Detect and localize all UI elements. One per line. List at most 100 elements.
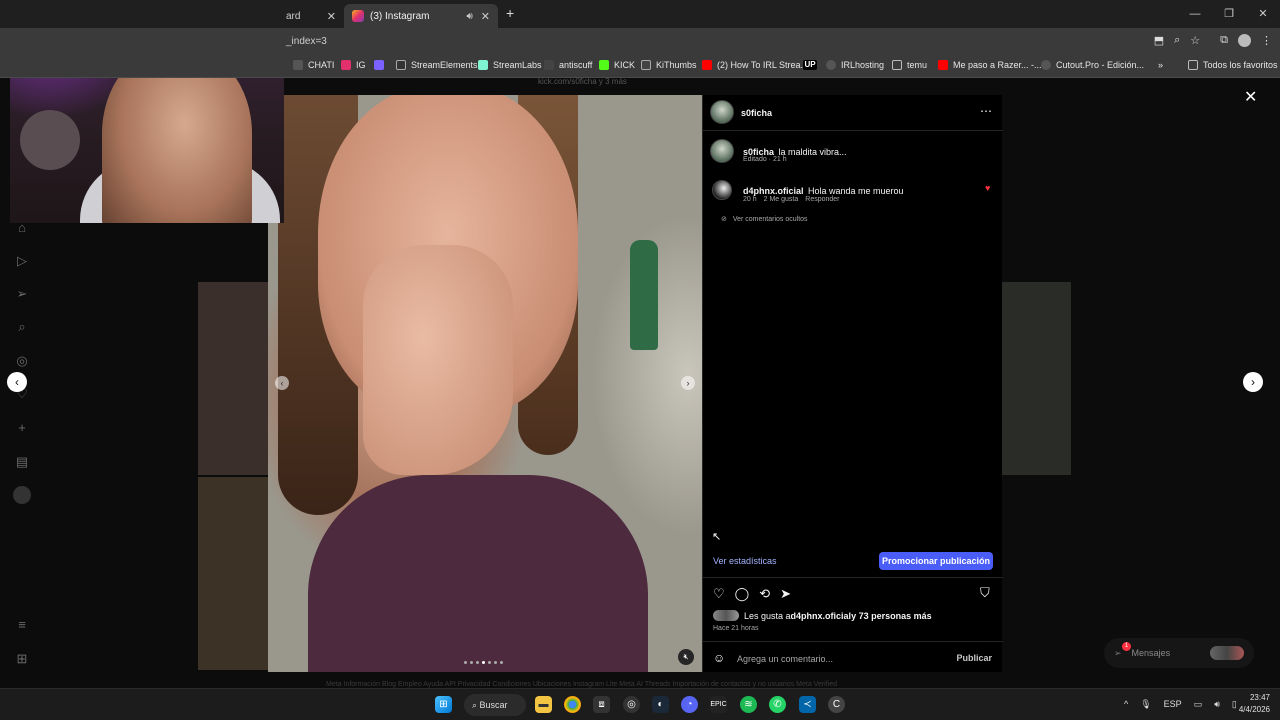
comment-likes[interactable]: 2 Me gusta: [764, 196, 799, 203]
bookmark-razer[interactable]: Me paso a Razer... -...: [938, 60, 1042, 70]
bookmark-streamlabs[interactable]: StreamLabs: [478, 60, 542, 70]
close-tab-icon[interactable]: ✕: [327, 10, 336, 23]
profile-avatar-icon[interactable]: [1238, 34, 1251, 47]
divider: [703, 641, 1003, 642]
search-icon[interactable]: ⌕: [13, 318, 31, 336]
tab-dashboard[interactable]: ard ✕: [278, 4, 344, 28]
next-post-button[interactable]: ›: [1243, 372, 1263, 392]
carousel-prev-icon[interactable]: ‹: [275, 376, 289, 390]
hidden-eye-icon: ⊘: [721, 216, 727, 223]
more-menu-icon[interactable]: ≡: [13, 616, 31, 634]
footer-links[interactable]: Meta Información Blog Empleo Ayuda API P…: [326, 681, 837, 688]
chrome-icon[interactable]: [564, 696, 581, 713]
likes-username[interactable]: d4phnx.oficial: [791, 611, 852, 621]
create-icon[interactable]: +: [13, 419, 31, 437]
vscode-icon[interactable]: ≺: [799, 696, 816, 713]
repost-icon[interactable]: ⟲: [759, 586, 770, 602]
app-icon[interactable]: ◎: [623, 696, 640, 713]
comment-liked-heart-icon[interactable]: ♥: [985, 183, 990, 193]
epic-games-icon[interactable]: EPIC: [710, 696, 727, 713]
network-icon[interactable]: ▭: [1194, 699, 1203, 710]
file-explorer-icon[interactable]: ▬: [535, 696, 552, 713]
bookmark-kick[interactable]: KICK: [599, 60, 635, 70]
speaker-icon[interactable]: 🔊︎: [466, 11, 472, 22]
microphone-icon[interactable]: 🎙︎: [1140, 699, 1151, 710]
like-heart-icon[interactable]: ♡: [713, 586, 725, 602]
previous-post-button[interactable]: ‹: [7, 372, 27, 392]
tray-overflow-icon[interactable]: ^: [1124, 699, 1128, 710]
close-window-button[interactable]: ✕: [1246, 0, 1280, 28]
comment-bubble-icon[interactable]: ◯: [735, 586, 750, 602]
clock-date: 4/4/2026: [1238, 705, 1270, 714]
messages-nav-icon[interactable]: ➢: [13, 285, 31, 303]
battery-icon[interactable]: ▯: [1232, 699, 1237, 710]
new-tab-button[interactable]: +: [506, 5, 514, 21]
extensions-icon[interactable]: ⧉: [1220, 34, 1228, 47]
discord-icon[interactable]: ◔: [681, 696, 698, 713]
restore-button[interactable]: ❐: [1212, 0, 1246, 28]
whatsapp-icon[interactable]: ✆: [769, 696, 786, 713]
emoji-picker-icon[interactable]: ☺: [713, 651, 725, 665]
zoom-icon[interactable]: ⌕: [1174, 34, 1180, 47]
save-bookmark-icon[interactable]: ⛉: [980, 585, 990, 601]
post-details-panel: s0ficha ⋯ s0ficha la maldita vibra... Ed…: [702, 95, 1003, 672]
explore-icon[interactable]: ◎: [13, 352, 31, 370]
close-tab-icon[interactable]: ✕: [481, 10, 490, 23]
promote-post-button[interactable]: Promocionar publicación: [879, 552, 993, 570]
comment-reply-button[interactable]: Responder: [805, 196, 839, 203]
browser-menu-icon[interactable]: ⋮: [1261, 34, 1272, 47]
profile-avatar[interactable]: [13, 486, 31, 504]
author-username[interactable]: s0ficha: [741, 108, 772, 118]
likes-suffix[interactable]: y 73 personas más: [851, 611, 932, 621]
bookmark-antiscuff[interactable]: antiscuff: [544, 60, 592, 70]
comment-input[interactable]: Agrega un comentario...: [737, 654, 833, 664]
view-insights-link[interactable]: Ver estadísticas: [713, 556, 777, 566]
bookmark-temu[interactable]: temu: [892, 60, 927, 70]
app-icon[interactable]: ⧈: [593, 696, 610, 713]
comment-meta: 20 h 2 Me gusta Responder: [743, 196, 840, 203]
minimize-button[interactable]: —: [1178, 0, 1212, 28]
comment-username[interactable]: d4phnx.oficial: [743, 186, 804, 196]
url-field[interactable]: _index=3: [286, 36, 327, 47]
star-bookmark-icon[interactable]: ☆: [1190, 34, 1200, 47]
bookmark-up[interactable]: UP: [803, 60, 822, 70]
bookmark-kithumbs[interactable]: KiThumbs: [641, 60, 697, 70]
more-options-icon[interactable]: ⋯: [980, 104, 992, 118]
carousel-next-icon[interactable]: ›: [681, 376, 695, 390]
steam-icon[interactable]: ◐: [652, 696, 669, 713]
app-icon[interactable]: C: [828, 696, 845, 713]
bookmark-chati[interactable]: CHATI: [293, 60, 334, 70]
windows-start-icon[interactable]: ⊞: [435, 696, 452, 713]
install-app-icon[interactable]: ⬒: [1154, 34, 1164, 47]
bookmarks-overflow-icon[interactable]: »: [1158, 60, 1163, 70]
bookmark-ig[interactable]: IG: [341, 60, 366, 70]
close-modal-icon[interactable]: ✕: [1244, 87, 1257, 107]
language-indicator[interactable]: ESP: [1164, 699, 1182, 710]
bookmark-how-to-irl[interactable]: (2) How To IRL Strea...: [702, 60, 808, 70]
dashboard-icon[interactable]: ▤: [13, 453, 31, 471]
messages-bubble[interactable]: ➢ 1 Mensajes: [1104, 638, 1254, 668]
taskbar-search[interactable]: ⌕ Buscar: [464, 694, 526, 716]
meta-apps-icon[interactable]: ⊞: [13, 650, 31, 668]
spotify-icon[interactable]: ≋: [740, 696, 757, 713]
share-icon[interactable]: ➤: [780, 586, 791, 602]
reels-icon[interactable]: ▷: [13, 252, 31, 270]
bookmark-chart[interactable]: [374, 60, 389, 70]
author-avatar[interactable]: [710, 100, 734, 124]
hidden-comments-row[interactable]: ⊘ Ver comentarios ocultos: [721, 215, 808, 223]
mute-icon[interactable]: 🔇︎: [678, 649, 694, 665]
caption-author-avatar[interactable]: [710, 139, 734, 163]
bookmark-all-favorites[interactable]: Todos los favoritos: [1188, 60, 1278, 70]
commenter-avatar[interactable]: [712, 180, 732, 200]
post-media[interactable]: ‹ › 🔇︎: [268, 95, 702, 672]
volume-icon[interactable]: 🔊︎: [1214, 699, 1220, 710]
bookmark-irlhosting[interactable]: IRLhosting: [826, 60, 884, 70]
tab-instagram[interactable]: (3) Instagram 🔊︎ ✕: [344, 4, 498, 28]
tab-label: (3) Instagram: [370, 10, 430, 22]
post-actions: ♡ ◯ ⟲ ➤: [713, 586, 791, 602]
bookmark-cutout[interactable]: Cutout.Pro - Edición...: [1041, 60, 1144, 70]
bookmark-streamelements[interactable]: StreamElements: [396, 60, 478, 70]
clock[interactable]: 23:47 4/4/2026: [1239, 692, 1270, 716]
hidden-comments-link[interactable]: Ver comentarios ocultos: [733, 216, 808, 223]
publish-comment-button[interactable]: Publicar: [956, 653, 992, 663]
